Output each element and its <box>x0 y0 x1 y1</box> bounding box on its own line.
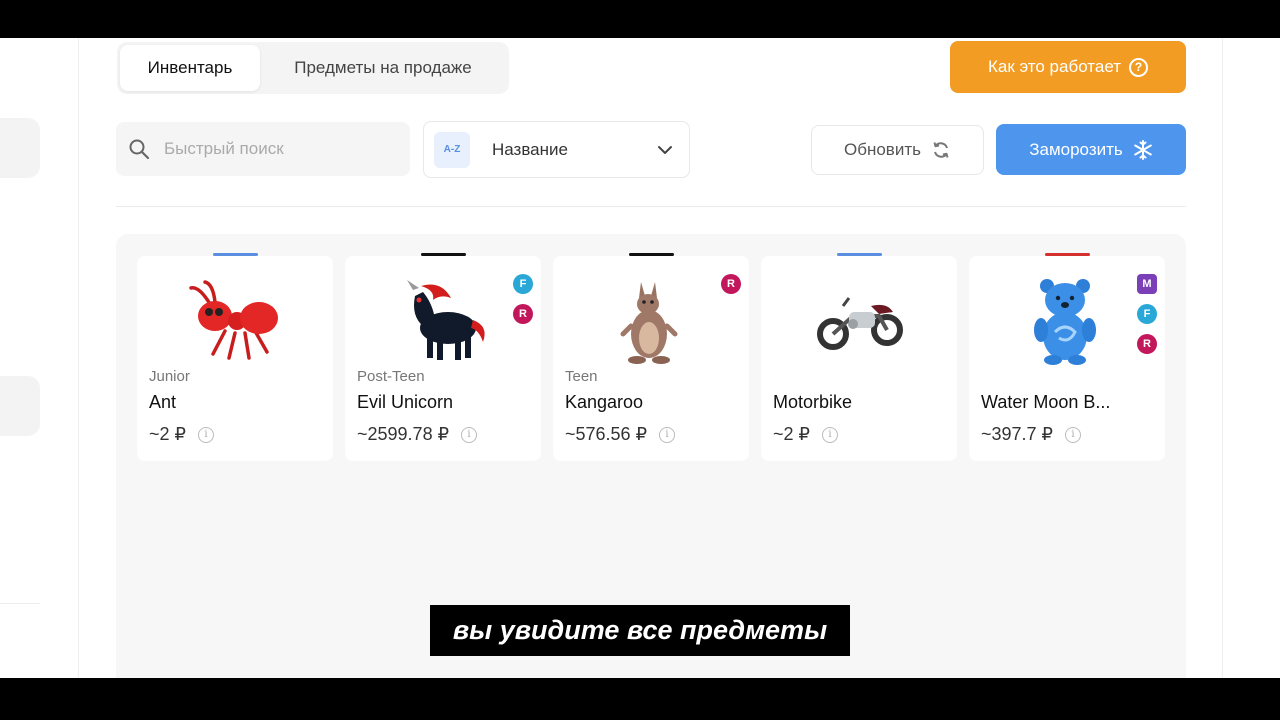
rarity-bar <box>421 253 466 256</box>
fly-badge: F <box>1137 304 1157 324</box>
ride-badge: R <box>513 304 533 324</box>
toolbar-divider <box>116 206 1186 207</box>
item-card[interactable]: R Teen Kangaroo ~576.56 ₽ i <box>553 253 749 461</box>
item-name: Motorbike <box>773 392 853 412</box>
info-icon[interactable]: i <box>1065 426 1082 443</box>
item-price: ~576.56 ₽ <box>565 424 648 444</box>
freeze-button[interactable]: Заморозить <box>996 124 1186 175</box>
item-age: Teen <box>565 368 598 385</box>
item-name: Kangaroo <box>565 392 644 412</box>
item-price-row: ~2 ₽ i <box>773 424 838 445</box>
sidebar-divider <box>0 603 40 604</box>
info-icon[interactable]: i <box>659 426 676 443</box>
snowflake-icon <box>1133 139 1152 160</box>
how-it-works-button[interactable]: Как это работает ? <box>950 41 1186 93</box>
item-price: ~2 ₽ <box>773 424 810 444</box>
rarity-bar <box>1045 253 1090 256</box>
freeze-label: Заморозить <box>1029 139 1123 159</box>
app-screen: Инвентарь Предметы на продаже Как это ра… <box>0 38 1280 678</box>
search-field[interactable]: Быстрый поиск <box>116 122 410 176</box>
item-badges: M F R <box>1137 274 1157 354</box>
item-badges: F R <box>513 274 533 324</box>
item-price-row: ~2 ₽ i <box>149 424 214 445</box>
rarity-bar <box>837 253 882 256</box>
red-ant-icon <box>189 280 278 360</box>
tab-inventory[interactable]: Инвентарь <box>120 45 260 91</box>
item-name: Evil Unicorn <box>357 392 454 412</box>
info-icon[interactable]: i <box>461 426 478 443</box>
item-name: Ant <box>149 392 177 412</box>
fly-badge: F <box>513 274 533 294</box>
sort-select[interactable]: A-Z Название <box>423 121 690 178</box>
video-subtitle: вы увидите все предметы <box>430 605 850 656</box>
blue-bear-icon <box>1034 279 1096 365</box>
item-card[interactable]: M F R Water Moon B... ~397.7 ₽ i <box>969 253 1165 461</box>
item-card[interactable]: F R Post-Teen Evil Unicorn ~2599.78 ₽ i <box>345 253 541 461</box>
sidebar-border <box>78 38 79 678</box>
info-icon[interactable]: i <box>197 426 214 443</box>
refresh-label: Обновить <box>844 140 921 159</box>
ride-badge: R <box>1137 334 1157 354</box>
item-price: ~397.7 ₽ <box>981 424 1054 444</box>
content-border <box>1222 38 1223 678</box>
item-price-row: ~397.7 ₽ i <box>981 424 1082 445</box>
item-name: Water Moon B... <box>981 392 1111 412</box>
item-card[interactable]: Junior Ant ~2 ₽ i <box>137 253 333 461</box>
sidebar-item[interactable] <box>0 118 40 178</box>
info-icon[interactable]: i <box>821 426 838 443</box>
item-price: ~2 ₽ <box>149 424 186 444</box>
ride-badge: R <box>721 274 741 294</box>
kangaroo-icon <box>620 282 678 364</box>
sidebar-item[interactable] <box>0 376 40 436</box>
rarity-bar <box>213 253 258 256</box>
tab-items-for-sale[interactable]: Предметы на продаже <box>260 45 506 91</box>
item-age: Post-Teen <box>357 368 425 385</box>
item-badges: R <box>721 274 741 294</box>
letterbox-bottom <box>0 678 1280 720</box>
item-price: ~2599.78 ₽ <box>357 424 450 444</box>
refresh-icon <box>933 142 949 158</box>
rarity-bar <box>629 253 674 256</box>
item-price-row: ~2599.78 ₽ i <box>357 424 478 445</box>
sort-selected-value: Название <box>492 139 568 159</box>
letterbox-top <box>0 0 1280 38</box>
inventory-tabs: Инвентарь Предметы на продаже <box>117 42 509 94</box>
mega-badge: M <box>1137 274 1157 294</box>
refresh-button[interactable]: Обновить <box>811 125 984 175</box>
item-card[interactable]: Motorbike ~2 ₽ i <box>761 253 957 461</box>
question-circle-icon: ? <box>1129 57 1149 77</box>
search-input[interactable]: Быстрый поиск <box>164 139 284 159</box>
search-icon <box>129 139 150 160</box>
black-unicorn-icon <box>407 280 485 360</box>
motorbike-icon <box>817 297 903 350</box>
az-sort-icon: A-Z <box>434 131 470 168</box>
chevron-down-icon <box>658 145 672 154</box>
how-it-works-label: Как это работает <box>987 57 1122 76</box>
item-price-row: ~576.56 ₽ i <box>565 424 676 445</box>
item-age: Junior <box>149 368 190 385</box>
